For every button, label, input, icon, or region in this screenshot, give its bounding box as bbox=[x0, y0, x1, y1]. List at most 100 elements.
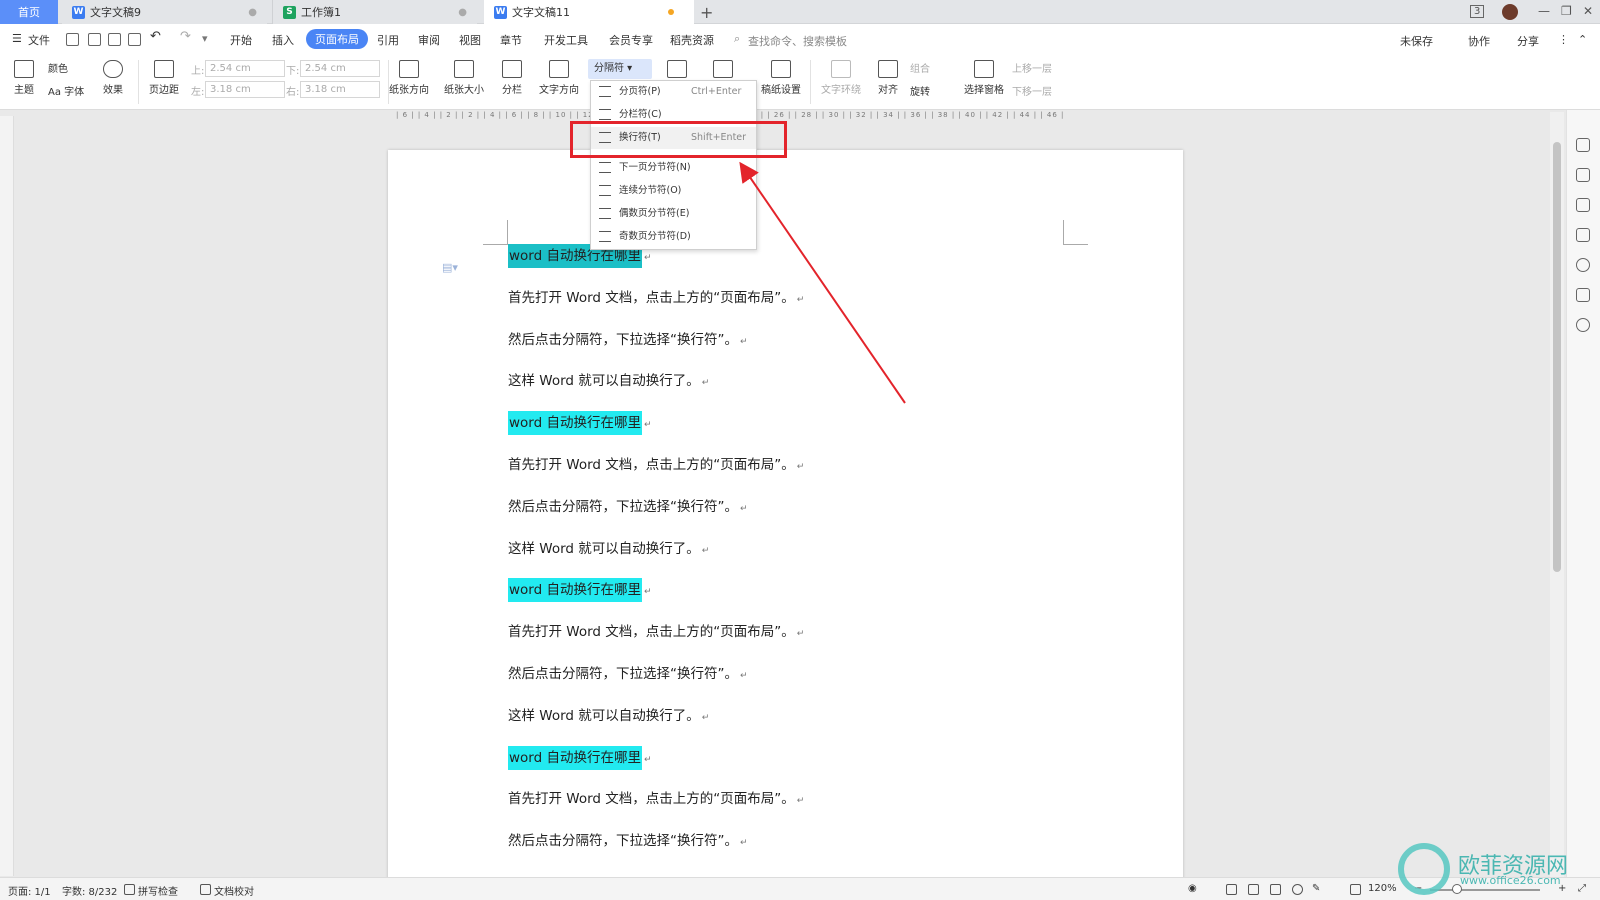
left-margin-field[interactable]: 3.18 cm bbox=[205, 81, 285, 98]
preview-icon[interactable] bbox=[128, 33, 141, 46]
menu-review[interactable]: 审阅 bbox=[418, 32, 440, 48]
restore-icon[interactable]: ❐ bbox=[1561, 4, 1572, 18]
tab-doc-11-label: 文字文稿11 bbox=[512, 6, 570, 19]
collapse-ribbon-icon[interactable]: ⌃ bbox=[1578, 33, 1587, 46]
vertical-scrollbar[interactable] bbox=[1550, 112, 1564, 877]
menu-member[interactable]: 会员专享 bbox=[609, 32, 653, 48]
window-count-badge[interactable]: 3 bbox=[1470, 5, 1485, 18]
next-page-section-break-item[interactable]: 下一页分节符(N) bbox=[591, 157, 756, 179]
save-icon[interactable] bbox=[66, 33, 79, 46]
print-icon[interactable] bbox=[108, 33, 121, 46]
paper-size-button[interactable]: 纸张大小 bbox=[438, 60, 490, 96]
even-page-section-break-item[interactable]: 偶数页分节符(E) bbox=[591, 203, 756, 225]
redo-icon[interactable]: ↷ bbox=[180, 29, 191, 44]
align-button[interactable]: 对齐 bbox=[872, 60, 904, 96]
pen-mode-icon[interactable]: ✎ bbox=[1312, 883, 1320, 894]
group-button[interactable]: 组合 bbox=[910, 60, 956, 75]
menu-file[interactable]: 文件 bbox=[28, 32, 50, 48]
menu-insert[interactable]: 插入 bbox=[272, 32, 294, 48]
avatar[interactable] bbox=[1502, 4, 1518, 20]
collab-button[interactable]: 协作 bbox=[1468, 33, 1490, 49]
columns-button[interactable]: 分栏 bbox=[496, 60, 528, 96]
undo-icon[interactable]: ↶ bbox=[150, 29, 161, 44]
hamburger-icon[interactable]: ☰ bbox=[12, 32, 22, 45]
cursor-icon[interactable] bbox=[1576, 198, 1590, 212]
pen-icon[interactable] bbox=[1576, 168, 1590, 182]
margin-button[interactable]: 页边距 bbox=[144, 60, 184, 96]
tab-close-icon[interactable]: ● bbox=[458, 7, 467, 18]
page-count[interactable]: 页面: 1/1 bbox=[8, 883, 51, 898]
font-label: Aa 字体 bbox=[48, 87, 85, 98]
word-count[interactable]: 字数: 8/232 bbox=[62, 883, 117, 898]
send-backward-button[interactable]: 下移一层 bbox=[1012, 83, 1082, 98]
fullscreen-icon[interactable]: ⤢ bbox=[1578, 883, 1586, 894]
unsaved-status[interactable]: 未保存 bbox=[1400, 33, 1433, 49]
page-view-icon[interactable] bbox=[1226, 884, 1237, 895]
style-icon[interactable] bbox=[1576, 138, 1590, 152]
menu-reference[interactable]: 引用 bbox=[377, 32, 399, 48]
search-icon[interactable]: ⌕ bbox=[734, 32, 740, 46]
zoom-level[interactable]: 120% bbox=[1368, 883, 1397, 894]
tab-doc-9[interactable]: W 文字文稿9 ● bbox=[62, 0, 267, 24]
manuscript-button[interactable]: 稿纸设置 bbox=[758, 60, 804, 96]
tab-workbook-1[interactable]: S 工作簿1 ● bbox=[272, 0, 477, 24]
paragraph-layout-icon[interactable]: ▤▾ bbox=[442, 261, 458, 274]
color-button[interactable]: 颜色 bbox=[48, 60, 94, 75]
odd-page-section-break-item[interactable]: 奇数页分节符(D) bbox=[591, 226, 756, 248]
tab-close-icon[interactable]: ● bbox=[248, 7, 257, 18]
menu-view[interactable]: 视图 bbox=[459, 32, 481, 48]
paragraph-line: 首先打开 Word 文档，点击上方的“页面布局”。 ↵ bbox=[508, 453, 804, 495]
tab-home[interactable]: 首页 bbox=[0, 0, 58, 24]
location-icon[interactable] bbox=[1576, 318, 1590, 332]
spell-check-button[interactable]: 拼写检查 bbox=[138, 883, 178, 898]
proof-icon[interactable] bbox=[200, 884, 211, 895]
page-background-button[interactable] bbox=[710, 60, 736, 81]
bring-forward-button[interactable]: 上移一层 bbox=[1012, 60, 1082, 75]
page-border-button[interactable] bbox=[664, 60, 690, 81]
effect-button[interactable]: 效果 bbox=[96, 60, 130, 96]
bottom-margin-field[interactable]: 2.54 cm bbox=[300, 60, 380, 77]
web-view-icon[interactable] bbox=[1292, 884, 1303, 895]
right-margin-field[interactable]: 3.18 cm bbox=[300, 81, 380, 98]
more-options-icon[interactable]: ⋮ bbox=[1558, 33, 1569, 46]
font-button[interactable]: Aa 字体 bbox=[48, 83, 94, 98]
fit-page-icon[interactable] bbox=[1350, 884, 1361, 895]
text-direction-button[interactable]: 文字方向 bbox=[534, 60, 584, 96]
menu-page-layout[interactable]: 页面布局 bbox=[306, 29, 368, 49]
menu-chapter[interactable]: 章节 bbox=[500, 32, 522, 48]
document-body[interactable]: word 自动换行在哪里 ↵ 首先打开 Word 文档，点击上方的“页面布局”。 ↵… bbox=[508, 244, 804, 871]
export-icon[interactable] bbox=[88, 33, 101, 46]
separator-button[interactable]: 分隔符 ▾ bbox=[588, 59, 652, 79]
text-wrap-button[interactable]: 文字环绕 bbox=[816, 60, 866, 96]
minimize-icon[interactable]: — bbox=[1538, 4, 1550, 18]
rotate-button[interactable]: 旋转 bbox=[910, 83, 956, 98]
orientation-button[interactable]: 纸张方向 bbox=[384, 60, 434, 96]
more-dropdown-icon[interactable]: ▾ bbox=[202, 32, 208, 45]
page-break-item[interactable]: 分页符(P) Ctrl+Enter bbox=[591, 81, 756, 103]
menu-start[interactable]: 开始 bbox=[230, 32, 252, 48]
manuscript-icon bbox=[771, 60, 791, 78]
close-window-icon[interactable]: ✕ bbox=[1583, 4, 1593, 18]
menu-docer[interactable]: 稻壳资源 bbox=[670, 32, 714, 48]
scrollbar-thumb[interactable] bbox=[1553, 142, 1561, 572]
zoom-slider[interactable] bbox=[1430, 889, 1540, 891]
paragraph-mark: ↵ bbox=[796, 461, 805, 472]
theme-button[interactable]: 主题 bbox=[10, 60, 38, 96]
share-button[interactable]: 分享 bbox=[1517, 33, 1539, 49]
search-input[interactable]: 查找命令、搜索模板 bbox=[748, 33, 847, 49]
select-pane-button[interactable]: 选择窗格 bbox=[962, 60, 1006, 96]
doc-proof-button[interactable]: 文档校对 bbox=[214, 883, 254, 898]
new-tab-button[interactable]: + bbox=[700, 3, 713, 22]
image-icon[interactable] bbox=[1576, 288, 1590, 302]
checkbox-icon[interactable] bbox=[124, 884, 135, 895]
document-page[interactable]: ▤▾ word 自动换行在哪里 ↵ 首先打开 Word 文档，点击上方的“页面布局… bbox=[388, 150, 1183, 885]
settings-sliders-icon[interactable] bbox=[1576, 228, 1590, 242]
outline-view-icon[interactable] bbox=[1248, 884, 1259, 895]
tab-doc-11[interactable]: W 文字文稿11 bbox=[484, 0, 694, 24]
eye-protection-icon[interactable]: ◉ bbox=[1188, 883, 1197, 894]
continuous-section-break-item[interactable]: 连续分节符(O) bbox=[591, 180, 756, 202]
menu-dev-tools[interactable]: 开发工具 bbox=[544, 32, 588, 48]
help-icon[interactable] bbox=[1576, 258, 1590, 272]
reading-view-icon[interactable] bbox=[1270, 884, 1281, 895]
top-margin-field[interactable]: 2.54 cm bbox=[205, 60, 285, 77]
